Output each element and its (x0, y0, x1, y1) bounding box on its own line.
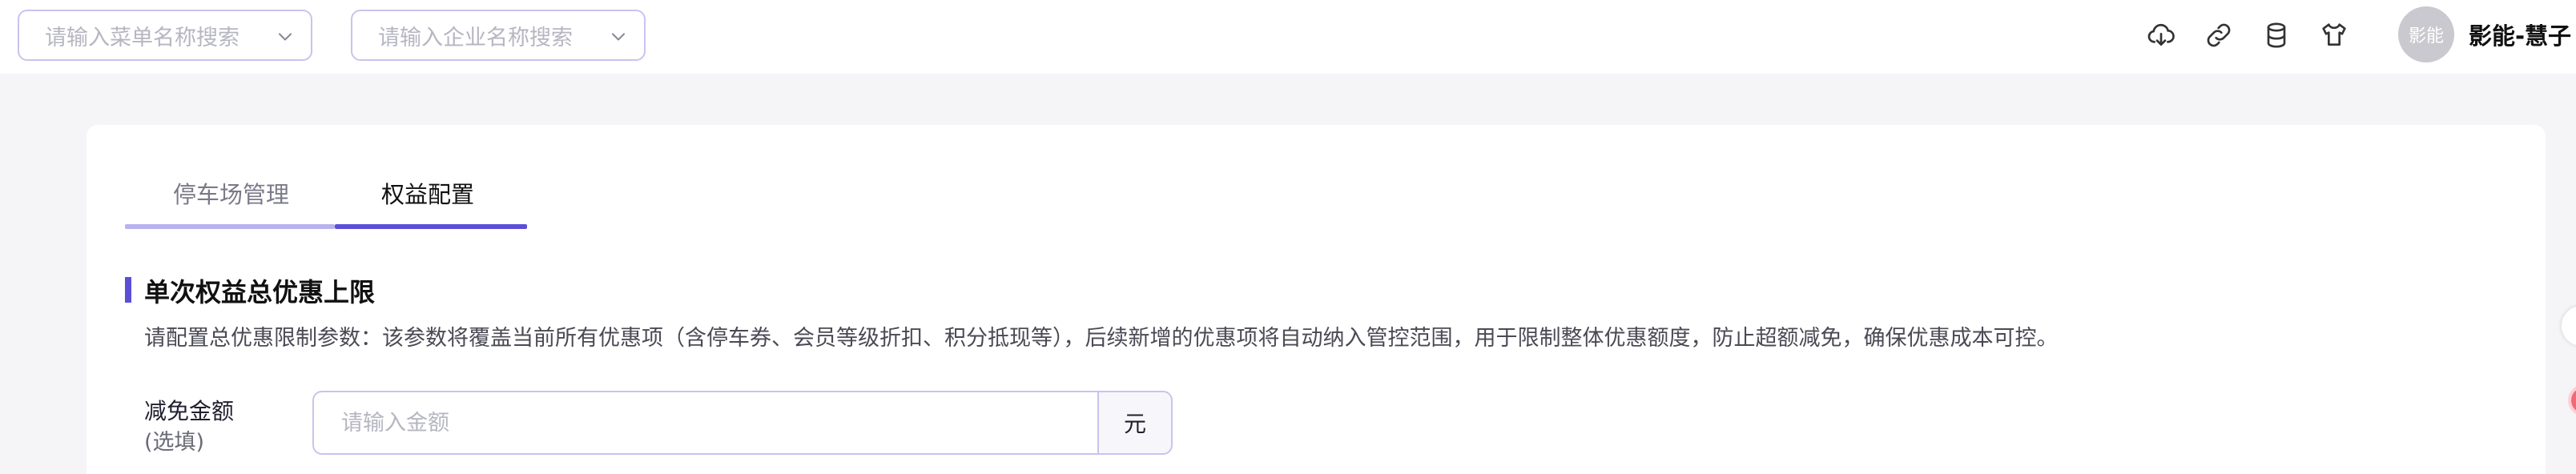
floating-widget-badge[interactable] (2568, 384, 2576, 416)
tab-parking-management-underline (125, 224, 335, 229)
top-bar: 请输入菜单名称搜索 请输入企业名称搜索 影能 影能-慧子 (0, 0, 2576, 74)
database-icon[interactable] (2260, 19, 2292, 51)
amount-input[interactable] (312, 391, 1097, 455)
chevron-down-icon (611, 33, 626, 41)
section-title: 单次权益总优惠上限 (144, 277, 376, 307)
cloud-download-icon[interactable] (2145, 19, 2177, 51)
tab-benefit-config-underline (335, 224, 527, 229)
amount-optional-hint: (选填) (144, 430, 205, 455)
floating-widget[interactable] (2562, 306, 2576, 346)
tab-parking-management[interactable]: 停车场管理 (173, 176, 289, 210)
section-description: 请配置总优惠限制参数：该参数将覆盖当前所有优惠项（含停车券、会员等级折扣、积分抵… (144, 326, 2059, 351)
amount-label: 减免金额 (144, 398, 235, 424)
username[interactable]: 影能-慧子 (2469, 18, 2571, 51)
link-icon[interactable] (2203, 19, 2235, 51)
chevron-down-icon (278, 33, 292, 41)
amount-unit: 元 (1097, 391, 1173, 455)
avatar[interactable]: 影能 (2398, 6, 2454, 62)
company-search-select[interactable]: 请输入企业名称搜索 (351, 10, 646, 61)
company-search-placeholder: 请输入企业名称搜索 (378, 25, 573, 50)
menu-search-placeholder: 请输入菜单名称搜索 (45, 25, 239, 50)
menu-search-select[interactable]: 请输入菜单名称搜索 (18, 10, 312, 61)
tab-benefit-config[interactable]: 权益配置 (381, 176, 474, 210)
shirt-icon[interactable] (2318, 19, 2350, 51)
section-accent-bar (125, 277, 131, 303)
content-card: 停车场管理 权益配置 单次权益总优惠上限 请配置总优惠限制参数：该参数将覆盖当前… (87, 125, 2546, 474)
